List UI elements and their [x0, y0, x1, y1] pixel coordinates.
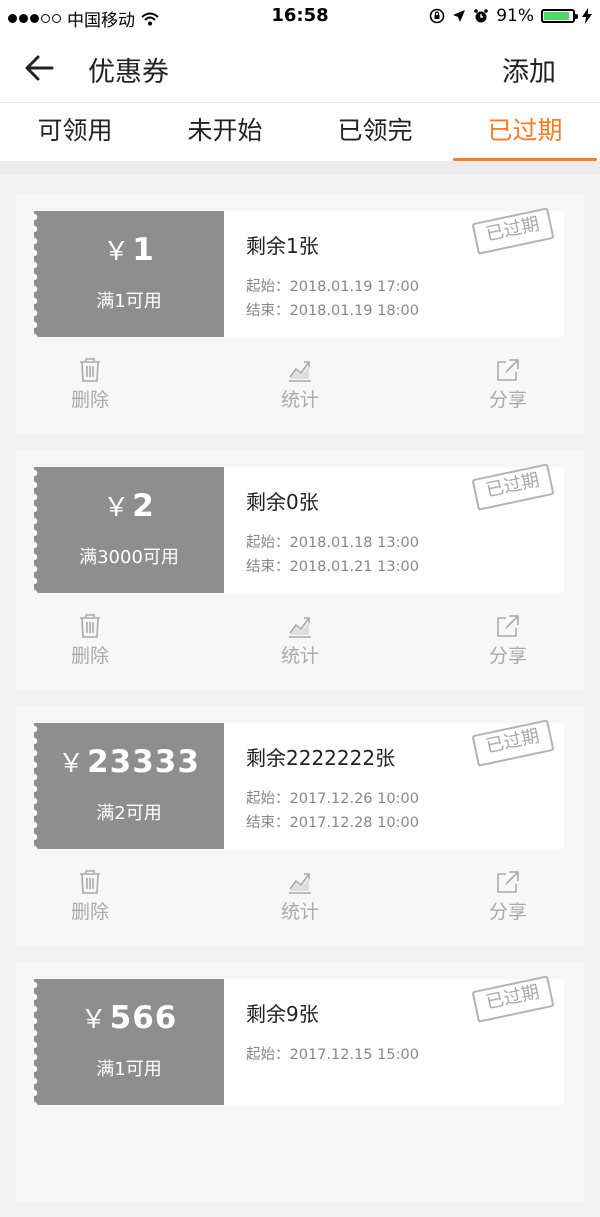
coupon-amount: ￥1	[34, 231, 224, 268]
tab-bar: 可领用 未开始 已领完 已过期	[0, 103, 600, 161]
status-bar: 中国移动 16:58 91%	[0, 0, 600, 34]
share-label: 分享	[488, 389, 527, 411]
coupon-start-time: 起始：2018.01.19 17:00	[246, 279, 419, 295]
delete-button[interactable]: 删除	[40, 607, 140, 668]
coupon-condition: 满1可用	[96, 291, 162, 312]
coupon-ticket[interactable]: ￥1 满1可用 剩余1张 起始：2018.01.19 17:00 结束：2018…	[34, 207, 564, 337]
chart-icon	[289, 873, 311, 894]
amount-value: 2	[132, 488, 155, 524]
nav-bar: 优惠券 添加	[0, 34, 600, 103]
coupon-actions: 删除 统计 分享	[16, 863, 584, 935]
currency-symbol: ￥	[80, 1005, 108, 1035]
coupon-end-time: 结束：2017.12.28 10:00	[246, 815, 419, 831]
coupon-ticket[interactable]: ￥2 满3000可用 剩余0张 起始：2018.01.18 13:00 结束：2…	[34, 463, 564, 593]
expired-stamp: 已过期	[471, 463, 555, 511]
stats-label: 统计	[280, 901, 319, 923]
delete-label: 删除	[70, 901, 109, 923]
coupon-amount: ￥23333	[34, 743, 224, 780]
delete-button[interactable]: 删除	[40, 351, 140, 412]
coupon-stub: ￥1 满1可用	[34, 211, 224, 337]
share-icon	[497, 359, 519, 381]
share-label: 分享	[488, 645, 527, 667]
coupon-stub: ￥566 满1可用	[34, 979, 224, 1105]
share-button[interactable]: 分享	[458, 863, 558, 924]
coupon-start-time: 起始：2018.01.18 13:00	[246, 535, 419, 551]
coupon-card: ￥1 满1可用 剩余1张 起始：2018.01.19 17:00 结束：2018…	[16, 193, 584, 433]
coupon-stub: ￥23333 满2可用	[34, 723, 224, 849]
tab-claimed-out[interactable]: 已领完	[300, 103, 450, 161]
coupon-ticket[interactable]: ￥23333 满2可用 剩余2222222张 起始：2017.12.26 10:…	[34, 719, 564, 849]
coupon-info: 剩余1张 起始：2018.01.19 17:00 结束：2018.01.19 1…	[246, 207, 564, 337]
expired-stamp: 已过期	[471, 975, 555, 1023]
coupon-info: 剩余9张 起始：2017.12.15 15:00 已过期	[246, 975, 564, 1105]
stats-button[interactable]: 统计	[250, 351, 350, 412]
coupon-card: ￥566 满1可用 剩余9张 起始：2017.12.15 15:00 已过期	[16, 961, 584, 1201]
trash-icon	[80, 870, 100, 894]
trash-icon	[80, 358, 100, 382]
coupon-remaining: 剩余0张	[246, 490, 319, 514]
currency-symbol: ￥	[58, 749, 86, 779]
delete-label: 删除	[70, 389, 109, 411]
battery-icon	[541, 9, 578, 23]
coupon-condition: 满1可用	[96, 1059, 162, 1080]
location-icon	[453, 10, 466, 22]
tab-expired[interactable]: 已过期	[450, 103, 600, 161]
share-label: 分享	[488, 901, 527, 923]
share-icon	[497, 615, 519, 637]
share-icon	[497, 871, 519, 893]
amount-value: 1	[132, 232, 155, 268]
coupon-start-time: 起始：2017.12.15 15:00	[246, 1047, 419, 1063]
currency-symbol: ￥	[103, 237, 131, 267]
coupon-end-time: 结束：2018.01.19 18:00	[246, 303, 419, 319]
coupon-end-time: 结束：2018.01.21 13:00	[246, 559, 419, 575]
coupon-remaining: 剩余9张	[246, 1002, 319, 1026]
coupon-condition: 满2可用	[96, 803, 162, 824]
coupon-stub: ￥2 满3000可用	[34, 467, 224, 593]
stats-label: 统计	[280, 645, 319, 667]
coupon-list: ￥1 满1可用 剩余1张 起始：2018.01.19 17:00 结束：2018…	[16, 193, 584, 1217]
battery-percent: 91%	[496, 6, 534, 26]
coupon-amount: ￥566	[34, 999, 224, 1036]
amount-value: 566	[109, 1000, 178, 1036]
chart-icon	[289, 361, 311, 382]
chart-icon	[289, 617, 311, 638]
coupon-actions: 删除 统计 分享	[16, 351, 584, 423]
alarm-icon	[474, 9, 489, 23]
rotation-lock-icon	[429, 8, 445, 24]
coupon-remaining: 剩余1张	[246, 234, 319, 258]
back-arrow-icon[interactable]	[22, 50, 58, 86]
tab-not-started[interactable]: 未开始	[150, 103, 300, 161]
coupon-card: ￥23333 满2可用 剩余2222222张 起始：2017.12.26 10:…	[16, 705, 584, 945]
delete-button[interactable]: 删除	[40, 863, 140, 924]
trash-icon	[80, 614, 100, 638]
share-button[interactable]: 分享	[458, 607, 558, 668]
coupon-condition: 满3000可用	[79, 547, 179, 568]
currency-symbol: ￥	[103, 493, 131, 523]
tab-divider	[0, 161, 600, 175]
amount-value: 23333	[87, 744, 200, 780]
coupon-remaining: 剩余2222222张	[246, 746, 396, 770]
page-title: 优惠券	[88, 57, 169, 88]
coupon-card: ￥2 满3000可用 剩余0张 起始：2018.01.18 13:00 结束：2…	[16, 449, 584, 689]
delete-label: 删除	[70, 645, 109, 667]
stats-label: 统计	[280, 389, 319, 411]
add-button[interactable]: 添加	[502, 50, 556, 89]
stats-button[interactable]: 统计	[250, 863, 350, 924]
coupon-info: 剩余2222222张 起始：2017.12.26 10:00 结束：2017.1…	[246, 719, 564, 849]
stats-button[interactable]: 统计	[250, 607, 350, 668]
coupon-actions: 删除 统计 分享	[16, 607, 584, 679]
coupon-ticket[interactable]: ￥566 满1可用 剩余9张 起始：2017.12.15 15:00 已过期	[34, 975, 564, 1105]
expired-stamp: 已过期	[471, 207, 555, 255]
status-right: 91%	[429, 6, 592, 26]
coupon-start-time: 起始：2017.12.26 10:00	[246, 791, 419, 807]
tab-available[interactable]: 可领用	[0, 103, 150, 161]
charging-icon	[582, 8, 592, 24]
coupon-info: 剩余0张 起始：2018.01.18 13:00 结束：2018.01.21 1…	[246, 463, 564, 593]
share-button[interactable]: 分享	[458, 351, 558, 412]
expired-stamp: 已过期	[471, 719, 555, 767]
coupon-amount: ￥2	[34, 487, 224, 524]
